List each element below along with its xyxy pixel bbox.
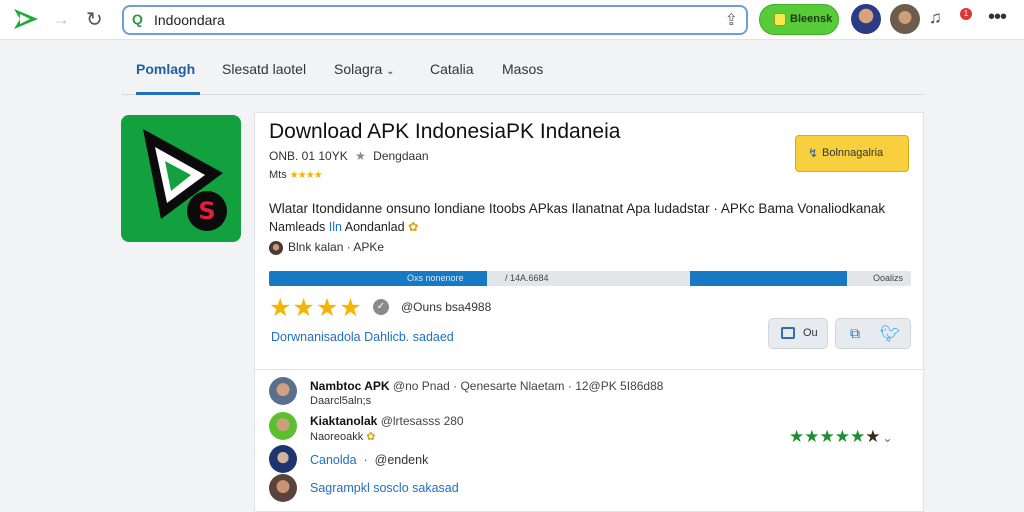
tab-bar: Pomlagh Slesatd laotel Solagra ⌄ Catalia…: [122, 55, 924, 95]
filled-star-icon[interactable]: ★: [804, 427, 819, 446]
progress-label-end: Ooalizs: [872, 273, 903, 283]
twitter-icon: 🐦︎: [880, 326, 901, 343]
reload-icon[interactable]: ↻: [86, 7, 103, 32]
rating-star-icon[interactable]: ★: [316, 294, 339, 322]
rating-star-icon[interactable]: ★: [269, 294, 292, 322]
download-progress-bar: Oxs nonenore / 14A.6684 Ooalizs: [269, 271, 911, 286]
bell-icon[interactable]: ♫: [929, 8, 942, 28]
document-icon: [774, 13, 786, 26]
address-bar[interactable]: Q Indoondara ⇪: [122, 5, 748, 35]
tab-label: Catalia: [430, 61, 474, 77]
rating-star-icon[interactable]: ★: [292, 294, 315, 322]
secondary-avatar[interactable]: [890, 4, 920, 34]
app-description: Wlatar Itondidanne onsuno londiane Itoob…: [269, 201, 886, 216]
download-button[interactable]: ↯ Bolnnagalria: [795, 135, 909, 172]
tab-solagra[interactable]: Solagra ⌄: [334, 55, 395, 95]
rating-label: Mts: [269, 169, 287, 181]
tab-label: Masos: [502, 61, 544, 77]
developer-avatar: [269, 240, 283, 255]
comment-avatar[interactable]: [269, 474, 297, 502]
comment-subtext-text: Naoreoakk: [310, 431, 364, 443]
comment-subtext: Naoreoakk ✿: [310, 430, 375, 443]
forward-arrow-icon[interactable]: →: [52, 9, 70, 30]
address-bar-text[interactable]: Indoondara: [154, 12, 225, 28]
developer-line[interactable]: Blnk kalan · APKe: [269, 240, 384, 255]
app-developer-text: Dengdaan: [373, 149, 429, 163]
filled-star-icon[interactable]: ★: [850, 427, 865, 446]
dark-star-icon[interactable]: ★: [865, 427, 880, 446]
more-options-icon[interactable]: •••: [988, 6, 1007, 29]
section-divider: [255, 369, 925, 370]
description-prefix: Namleads: [269, 220, 326, 234]
share-button[interactable]: ⧉ 🐦︎: [835, 318, 911, 349]
rating-info-icon[interactable]: ✓: [373, 299, 389, 315]
tab-pomlagh[interactable]: Pomlagh: [136, 55, 200, 95]
share-icon[interactable]: ⇪: [725, 10, 738, 30]
comment-link[interactable]: Canolda · @endenk: [310, 453, 428, 467]
comment-author-name: Nambtoc APK: [310, 379, 390, 393]
comment-handle: @endenk: [374, 453, 429, 467]
comment-avatar[interactable]: [269, 377, 297, 405]
comment-author-name: Kiaktanolak: [310, 414, 378, 428]
comment-avatar[interactable]: [269, 445, 297, 473]
app-detail-card: Download APK IndonesiaPK Indaneia ONB. 0…: [254, 112, 925, 512]
rating-text: @Ouns bsa4988: [401, 300, 492, 314]
filled-star-icon[interactable]: ★: [820, 427, 835, 446]
app-rating-line: Mts ★★★★: [269, 169, 323, 181]
download-links[interactable]: Dorwnanisadola Dahlicb. sadaed: [271, 330, 454, 344]
app-icon: S: [121, 115, 241, 242]
comment-meta: @lrtesasss 280: [380, 414, 464, 428]
progress-segment-2: [689, 271, 847, 286]
star-icon: ★: [355, 149, 366, 163]
rating-stars[interactable]: ★★★★: [269, 293, 363, 323]
download-button-label: Bolnnagalria: [822, 147, 884, 159]
tab-label: Pomlagh: [136, 61, 196, 77]
comment-author: Nambtoc APK @no Pnad · Qenesarte Nlaetam…: [310, 379, 663, 393]
tab-catalia[interactable]: Catalia: [430, 55, 474, 95]
app-logo-icon[interactable]: [12, 7, 40, 31]
comment-link-text: Canolda: [310, 453, 357, 467]
comment-link[interactable]: Sagrampkl sosclo sakasad: [310, 481, 459, 495]
top-action-button[interactable]: Bleensk: [759, 4, 839, 35]
app-title: Download APK IndonesiaPK Indaneia: [269, 120, 621, 143]
developer-text: Blnk kalan · APKe: [288, 240, 385, 254]
share-icon: ⧉: [850, 325, 860, 341]
app-version-text: ONB. 01 10YK: [269, 149, 348, 163]
app-description-line2: Namleads Iln Aondanlad ✿: [269, 219, 419, 234]
download-icon: ↯: [808, 146, 819, 160]
filled-star-icon[interactable]: ★: [789, 427, 804, 446]
save-button-label: Ou: [803, 327, 818, 339]
notification-badge: 1: [960, 8, 972, 20]
tab-slesatd[interactable]: Slesatd laotel: [222, 55, 306, 95]
search-icon: Q: [132, 11, 143, 27]
chevron-down-icon: ⌄: [386, 66, 395, 77]
rating-star-icon[interactable]: ★: [339, 294, 362, 322]
progress-label-mid: / 14A.6684: [505, 273, 549, 283]
emoji-icon: ✿: [408, 220, 419, 234]
user-avatar[interactable]: [851, 4, 881, 34]
tab-label: Solagra: [334, 61, 383, 77]
comment-meta: @no Pnad · Qenesarte Nlaetam · 12@PK 5I8…: [392, 379, 664, 393]
progress-label-1: Oxs nonenore: [407, 273, 464, 283]
window-icon: [781, 327, 795, 339]
comment-avatar[interactable]: [269, 412, 297, 440]
app-meta-line: ONB. 01 10YK ★ Dengdaan: [269, 149, 429, 163]
review-rating-stars[interactable]: ★★★★★★ ⌄: [789, 427, 893, 447]
comment-author: Kiaktanolak @lrtesasss 280: [310, 414, 464, 428]
chevron-down-icon[interactable]: ⌄: [883, 431, 893, 445]
comment-subtext: Daarcl5aln;s: [310, 395, 372, 407]
svg-text:S: S: [198, 197, 215, 225]
tab-label: Slesatd laotel: [222, 61, 307, 77]
description-link[interactable]: Iln: [329, 220, 342, 234]
mini-stars-icon: ★★★★: [289, 170, 323, 181]
tab-masos[interactable]: Masos: [502, 55, 543, 95]
top-action-button-label: Bleensk: [790, 13, 833, 25]
filled-star-icon[interactable]: ★: [835, 427, 850, 446]
save-button[interactable]: Ou: [768, 318, 828, 349]
emoji-icon: ✿: [366, 431, 376, 443]
browser-toolbar: → ↻ Q Indoondara ⇪ Bleensk ♫ 1 •••: [0, 0, 1024, 40]
description-suffix: Aondanlad: [344, 220, 405, 234]
